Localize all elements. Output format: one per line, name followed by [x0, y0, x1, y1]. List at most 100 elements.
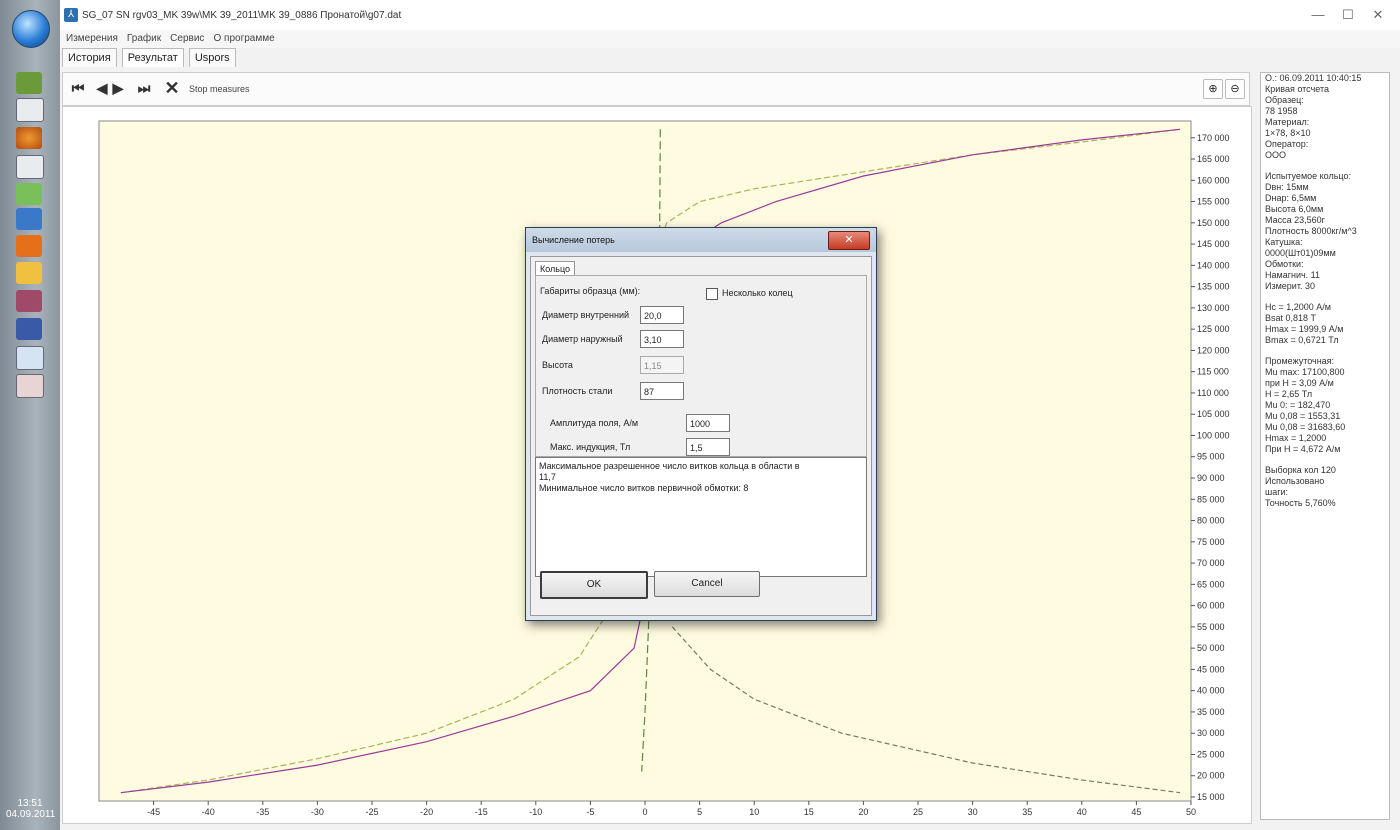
taskbar-app-icon[interactable] [16, 72, 42, 94]
menu-bar: Измерения График Сервис О программе [60, 30, 1400, 48]
last-record-button[interactable]: ⏭ [135, 79, 153, 97]
y-tick-label: 80 000 [1197, 516, 1225, 526]
panel-spacer [1261, 346, 1389, 356]
close-button[interactable]: ✕ [1366, 6, 1390, 24]
x-tick-label: 5 [697, 807, 702, 817]
cancel-button[interactable]: Cancel [654, 571, 760, 597]
panel-line: Испытуемое кольцо: [1265, 171, 1351, 181]
panel-line: Промежуточная: [1265, 356, 1335, 366]
tab-history[interactable]: История [62, 48, 117, 67]
panel-spacer [1261, 292, 1389, 302]
taskbar-app-icon[interactable] [16, 235, 42, 257]
y-tick-label: 90 000 [1197, 473, 1225, 483]
field-label: Макс. индукция, Тл [550, 442, 631, 452]
first-record-button[interactable]: ⏮ [69, 79, 87, 97]
y-tick-label: 150 000 [1197, 218, 1230, 228]
field-label: Высота [542, 360, 573, 370]
panel-line: Dнар: 6,5мм [1265, 193, 1317, 203]
taskbar: 13:51 04.09.2011 [0, 0, 61, 830]
app-icon: ⅄ [64, 8, 78, 22]
taskbar-app-icon[interactable] [16, 98, 44, 122]
menu-about[interactable]: О программе [213, 33, 274, 44]
taskbar-app-icon[interactable] [16, 208, 42, 230]
x-tick-label: -5 [586, 807, 594, 817]
x-tick-label: -40 [202, 807, 215, 817]
window-title: SG_07 SN rgv03_MK 39w\MK 39_2011\MK 39_0… [82, 10, 402, 21]
panel-line: Обмотки: [1265, 259, 1304, 269]
menu-measurements[interactable]: Измерения [66, 33, 118, 44]
y-tick-label: 120 000 [1197, 345, 1230, 355]
dialog-tab-ring[interactable]: Кольцо [535, 261, 576, 276]
x-tick-label: -25 [365, 807, 378, 817]
taskbar-app-icon[interactable] [16, 262, 42, 284]
x-tick-label: -35 [256, 807, 269, 817]
tray-clock[interactable]: 13:51 [6, 798, 54, 809]
field-amplitude-input[interactable]: 1000 [686, 414, 730, 432]
system-tray: 13:51 04.09.2011 [6, 794, 55, 820]
y-tick-label: 40 000 [1197, 686, 1225, 696]
y-tick-label: 100 000 [1197, 430, 1230, 440]
menu-graph[interactable]: График [127, 33, 161, 44]
panel-line: Bmax = 0,6721 Тл [1265, 335, 1339, 345]
taskbar-app-icon[interactable] [16, 155, 44, 179]
x-tick-label: -10 [529, 807, 542, 817]
inner-diameter-input[interactable]: 20,0 [640, 306, 684, 324]
panel-line: Hmax = 1999,9 А/м [1265, 324, 1344, 334]
panel-line: 1×78, 8×10 [1265, 128, 1311, 138]
tab-tests[interactable]: Uspors [188, 48, 236, 67]
tab-strip: История Результат Uspors [62, 48, 238, 70]
dialog-title-bar: Вычисление потерь ✕ [526, 228, 876, 252]
multiple-rings-checkbox[interactable] [706, 288, 718, 300]
tab-result[interactable]: Результат [121, 48, 184, 67]
x-tick-label: 30 [968, 807, 978, 817]
taskbar-app-icon[interactable] [16, 318, 42, 340]
panel-spacer [1261, 161, 1389, 171]
zoom-in-button[interactable]: ⊕ [1203, 79, 1223, 99]
panel-line: Катушка: [1265, 237, 1303, 247]
y-tick-label: 30 000 [1197, 728, 1225, 738]
y-tick-label: 95 000 [1197, 452, 1225, 462]
y-tick-label: 105 000 [1197, 409, 1230, 419]
outer-diameter-input[interactable]: 3,10 [640, 330, 684, 348]
y-tick-label: 15 000 [1197, 792, 1225, 802]
panel-line: 78 1958 [1265, 106, 1298, 116]
panel-line: шаги: [1265, 487, 1289, 497]
menu-service[interactable]: Сервис [170, 33, 204, 44]
multiple-rings-label: Несколько колец [722, 288, 793, 298]
x-tick-label: 45 [1131, 807, 1141, 817]
steel-density-input[interactable]: 87 [640, 382, 684, 400]
ok-button[interactable]: OK [540, 571, 648, 599]
x-tick-label: 0 [642, 807, 647, 817]
zoom-out-button[interactable]: ⊖ [1225, 79, 1245, 99]
taskbar-app-icon[interactable] [16, 183, 42, 205]
x-tick-label: -20 [420, 807, 433, 817]
dialog-close-button[interactable]: ✕ [828, 231, 870, 250]
taskbar-app-icon[interactable] [16, 290, 42, 312]
y-tick-label: 25 000 [1197, 749, 1225, 759]
y-tick-label: 75 000 [1197, 537, 1225, 547]
y-tick-label: 145 000 [1197, 239, 1230, 249]
firefox-icon[interactable] [16, 127, 42, 149]
panel-line: Выборка кол 120 [1265, 465, 1336, 475]
panel-line: Bsat 0,818 Т [1265, 313, 1317, 323]
taskbar-app-icon[interactable] [16, 374, 44, 398]
panel-line: Mu 0,08 = 31683,60 [1265, 422, 1346, 432]
message-line: 11,7 [539, 472, 556, 482]
delete-button[interactable]: ✕ [163, 79, 181, 97]
x-tick-label: 35 [1022, 807, 1032, 817]
height-input[interactable]: 1,15 [640, 356, 684, 374]
maximize-button[interactable]: ☐ [1336, 6, 1360, 24]
max-induction-input[interactable]: 1,5 [686, 438, 730, 456]
x-tick-label: 50 [1186, 807, 1196, 817]
taskbar-app-icon-active[interactable] [16, 346, 44, 370]
y-tick-label: 55 000 [1197, 622, 1225, 632]
next-record-button[interactable]: ▶ [109, 79, 127, 97]
y-tick-label: 115 000 [1197, 367, 1229, 377]
toolbar: ⏮ ◀ ▶ ⏭ ✕ Stop measures ⊕ ⊖ [62, 72, 1250, 106]
panel-line: При H = 4,672 А/м [1265, 444, 1341, 454]
panel-line: Кривая отсчета [1265, 84, 1329, 94]
panel-line: Точность 5,760% [1265, 498, 1336, 508]
minimize-button[interactable]: — [1306, 6, 1330, 24]
panel-line: Намагнич. 11 [1265, 270, 1321, 280]
start-button[interactable] [12, 10, 50, 48]
